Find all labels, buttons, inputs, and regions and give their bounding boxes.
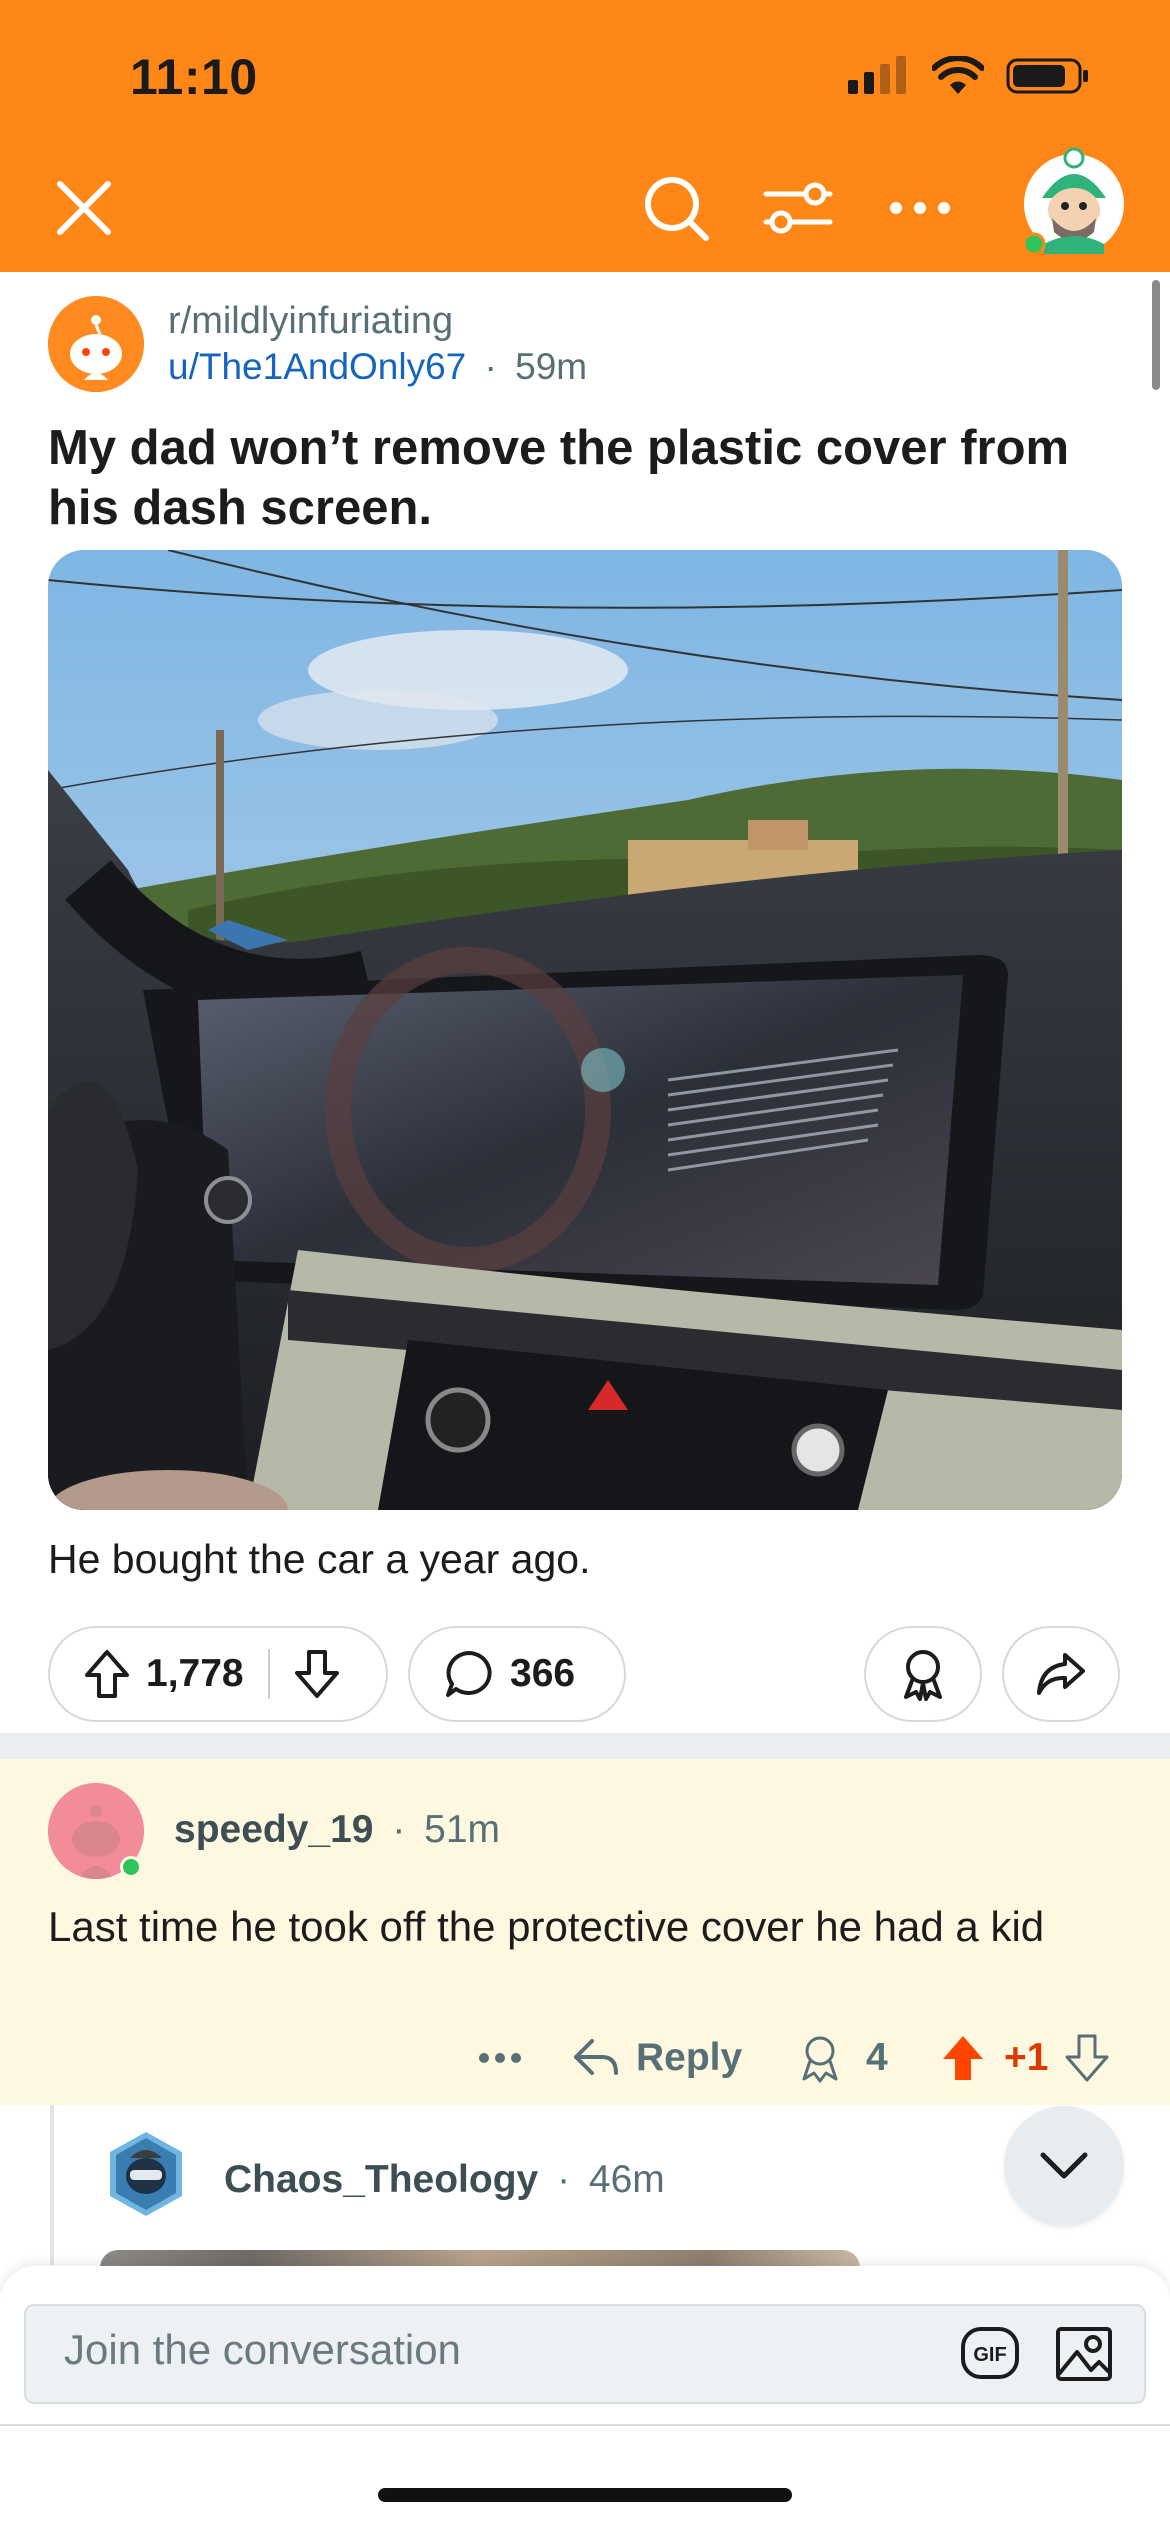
meta-separator: · [484,346,497,387]
comment-username[interactable]: speedy_19 [174,1808,373,1851]
search-button[interactable] [636,168,716,248]
user-avatar [1022,147,1124,256]
post-score: 1,778 [146,1652,244,1695]
reply-avatar[interactable] [100,2128,192,2220]
upvote-icon [85,1650,129,1698]
home-indicator[interactable] [378,2488,792,2502]
post-body: He bought the car a year ago. [48,1536,591,1582]
comment-input-placeholder: Join the conversation [64,2326,461,2373]
award-button[interactable] [864,1626,982,1722]
award-count: 4 [866,2036,888,2079]
comment-text: Last time he took off the protective cov… [48,1903,1045,1950]
signal-icon [848,56,906,94]
meta-separator: · [392,1808,406,1851]
gif-button[interactable]: GIF [958,2324,1022,2382]
sort-button[interactable] [756,168,840,248]
battery-icon [1006,58,1088,94]
search-icon [645,177,709,241]
section-divider [0,1733,1170,1759]
downvote-icon [294,1650,339,1698]
award-icon [904,1650,942,1701]
close-icon [57,181,111,235]
comment-icon [446,1651,492,1697]
chevron-down-icon [1040,2152,1088,2179]
subreddit-name[interactable]: r/mildlyinfuriating [168,300,453,343]
more-button[interactable] [880,168,960,248]
downvote-button[interactable] [294,1649,340,1699]
image-icon [1056,2327,1112,2381]
post-meta: u/The1AndOnly67 · 59m [168,346,587,388]
status-time: 11:10 [130,49,258,105]
scrollbar[interactable] [1152,280,1160,390]
user-avatar-button[interactable] [1020,140,1128,258]
post-title: My dad won’t remove the plastic cover fr… [48,421,1070,535]
share-icon [1037,1653,1085,1695]
post-author[interactable]: u/The1AndOnly67 [168,346,466,387]
close-button[interactable] [44,168,124,248]
vote-pill: 1,778 [48,1626,388,1722]
vote-delta: +1 [1004,2036,1049,2079]
post-image[interactable] [48,550,1122,1510]
post-age: 59m [515,346,588,387]
comment-meta: speedy_19 · 51m [174,1808,500,1852]
comment-more-button[interactable] [478,2028,522,2088]
downvote-icon[interactable] [1064,2033,1110,2083]
comment-age: 51m [424,1808,501,1851]
comment-award-button[interactable]: 4 [794,2028,888,2088]
status-icons [848,56,1090,96]
reddit-snoo-icon [48,296,144,392]
upvote-button[interactable] [84,1649,130,1699]
meta-separator: · [557,2158,571,2201]
reply-username[interactable]: Chaos_Theology [224,2158,538,2201]
reply-meta: Chaos_Theology · 46m [224,2158,665,2202]
more-icon [479,2053,521,2063]
reply-button[interactable]: Reply [572,2028,742,2088]
reply-age: 46m [588,2158,665,2201]
comment-vote: +1 [940,2028,1110,2088]
reply-icon [574,2039,618,2075]
dashboard-photo [48,550,1122,1510]
upvote-filled-icon[interactable] [940,2033,986,2083]
award-icon [802,2036,838,2083]
comments-button[interactable]: 366 [408,1626,626,1722]
online-status-dot [120,1856,142,1878]
vote-divider [267,1649,270,1699]
thread-line[interactable] [50,2105,54,2265]
gif-label: GIF [973,2344,1006,2366]
share-button[interactable] [1002,1626,1120,1722]
more-icon [890,202,950,214]
sort-filter-icon [763,182,833,234]
comment-count: 366 [510,1652,576,1695]
subreddit-avatar[interactable] [48,296,144,392]
reply-label: Reply [636,2036,743,2079]
snoo-avatar-icon [110,2132,182,2216]
wifi-icon [932,56,984,94]
app-header: 11:10 [0,0,1170,272]
gif-icon: GIF [961,2327,1019,2379]
collapse-thread-button[interactable] [1004,2106,1124,2226]
composer-divider [0,2424,1170,2426]
image-upload-button[interactable] [1054,2324,1114,2384]
